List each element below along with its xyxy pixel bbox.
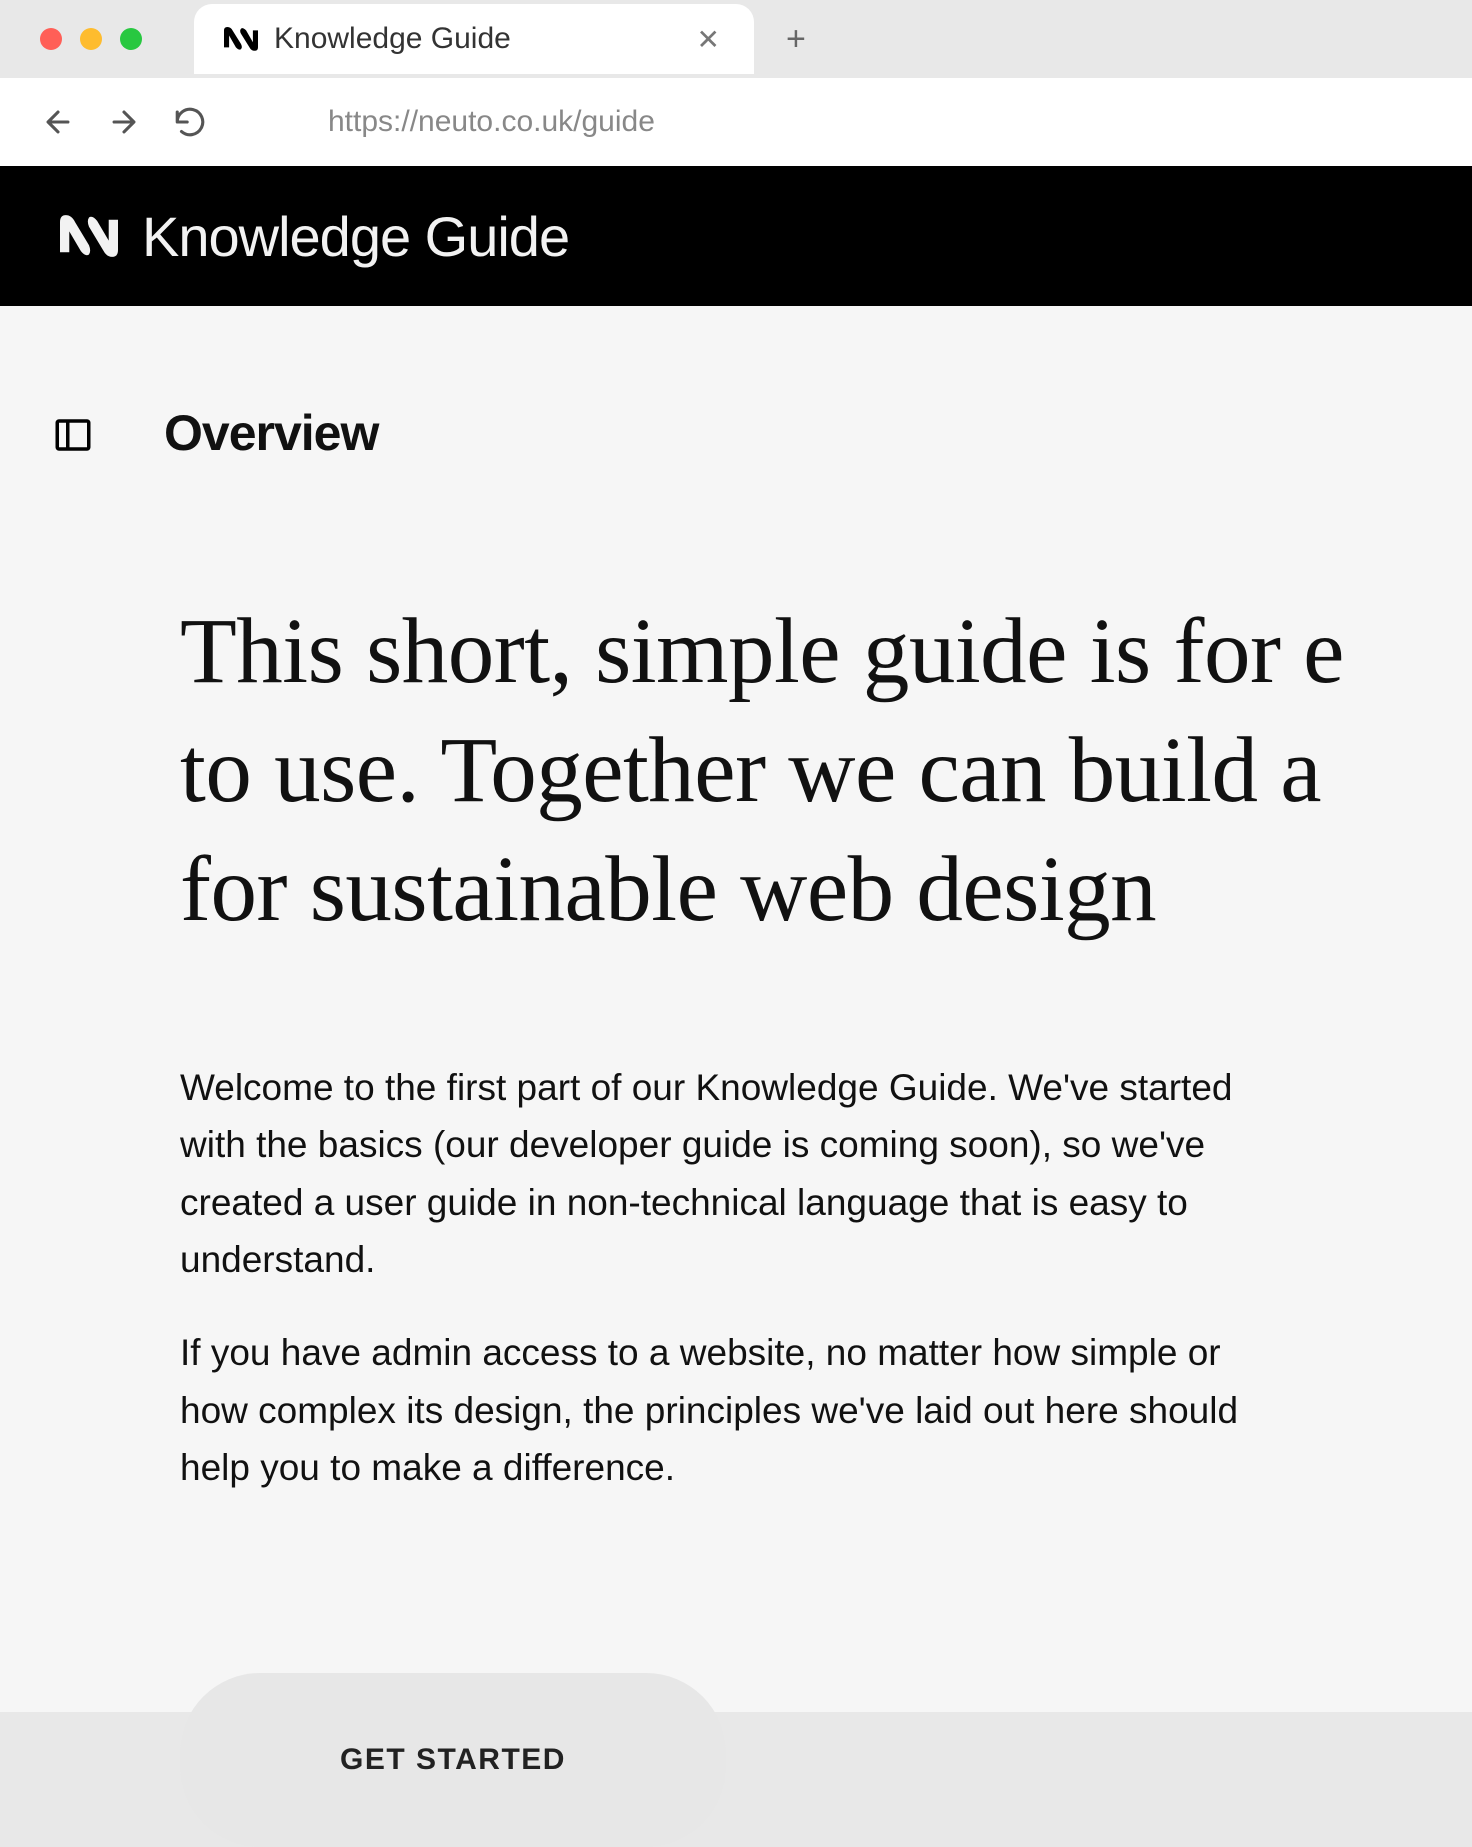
hero-line-1: This short, simple guide is for e [180,592,1472,711]
navigation-bar: https://neuto.co.uk/guide [0,78,1472,166]
back-button[interactable] [40,104,76,140]
address-bar[interactable]: https://neuto.co.uk/guide [238,105,1432,139]
tab-close-icon[interactable]: ✕ [693,19,724,60]
paragraph-2: If you have admin access to a website, n… [180,1324,1240,1496]
tab-bar: Knowledge Guide ✕ + [0,0,1472,78]
site-logo-icon [60,207,118,265]
reload-button[interactable] [172,104,208,140]
window-close-button[interactable] [40,28,62,50]
get-started-button[interactable]: GET STARTED [180,1673,726,1847]
body-copy: Welcome to the first part of our Knowled… [0,949,1300,1496]
window-controls [40,28,142,50]
hero-line-3: for sustainable web design [180,830,1472,949]
hero-heading: This short, simple guide is for e to use… [0,462,1472,949]
browser-chrome: Knowledge Guide ✕ + https://neuto.co.uk/… [0,0,1472,166]
tab-favicon-icon [224,22,258,56]
window-minimize-button[interactable] [80,28,102,50]
forward-button[interactable] [106,104,142,140]
sidebar-toggle-icon[interactable] [52,414,94,461]
paragraph-1: Welcome to the first part of our Knowled… [180,1059,1240,1288]
section-title: Overview [164,404,378,462]
browser-tab[interactable]: Knowledge Guide ✕ [194,4,754,74]
new-tab-button[interactable]: + [768,20,824,59]
page-content: Knowledge Guide Overview This short, sim… [0,166,1472,1712]
main-content: Overview This short, simple guide is for… [0,306,1472,1847]
site-title: Knowledge Guide [142,204,569,269]
window-maximize-button[interactable] [120,28,142,50]
tab-title: Knowledge Guide [274,22,677,56]
section-header-row: Overview [0,404,1472,462]
cta-area: GET STARTED [0,1533,1472,1847]
site-header: Knowledge Guide [0,166,1472,306]
hero-line-2: to use. Together we can build a [180,711,1472,830]
